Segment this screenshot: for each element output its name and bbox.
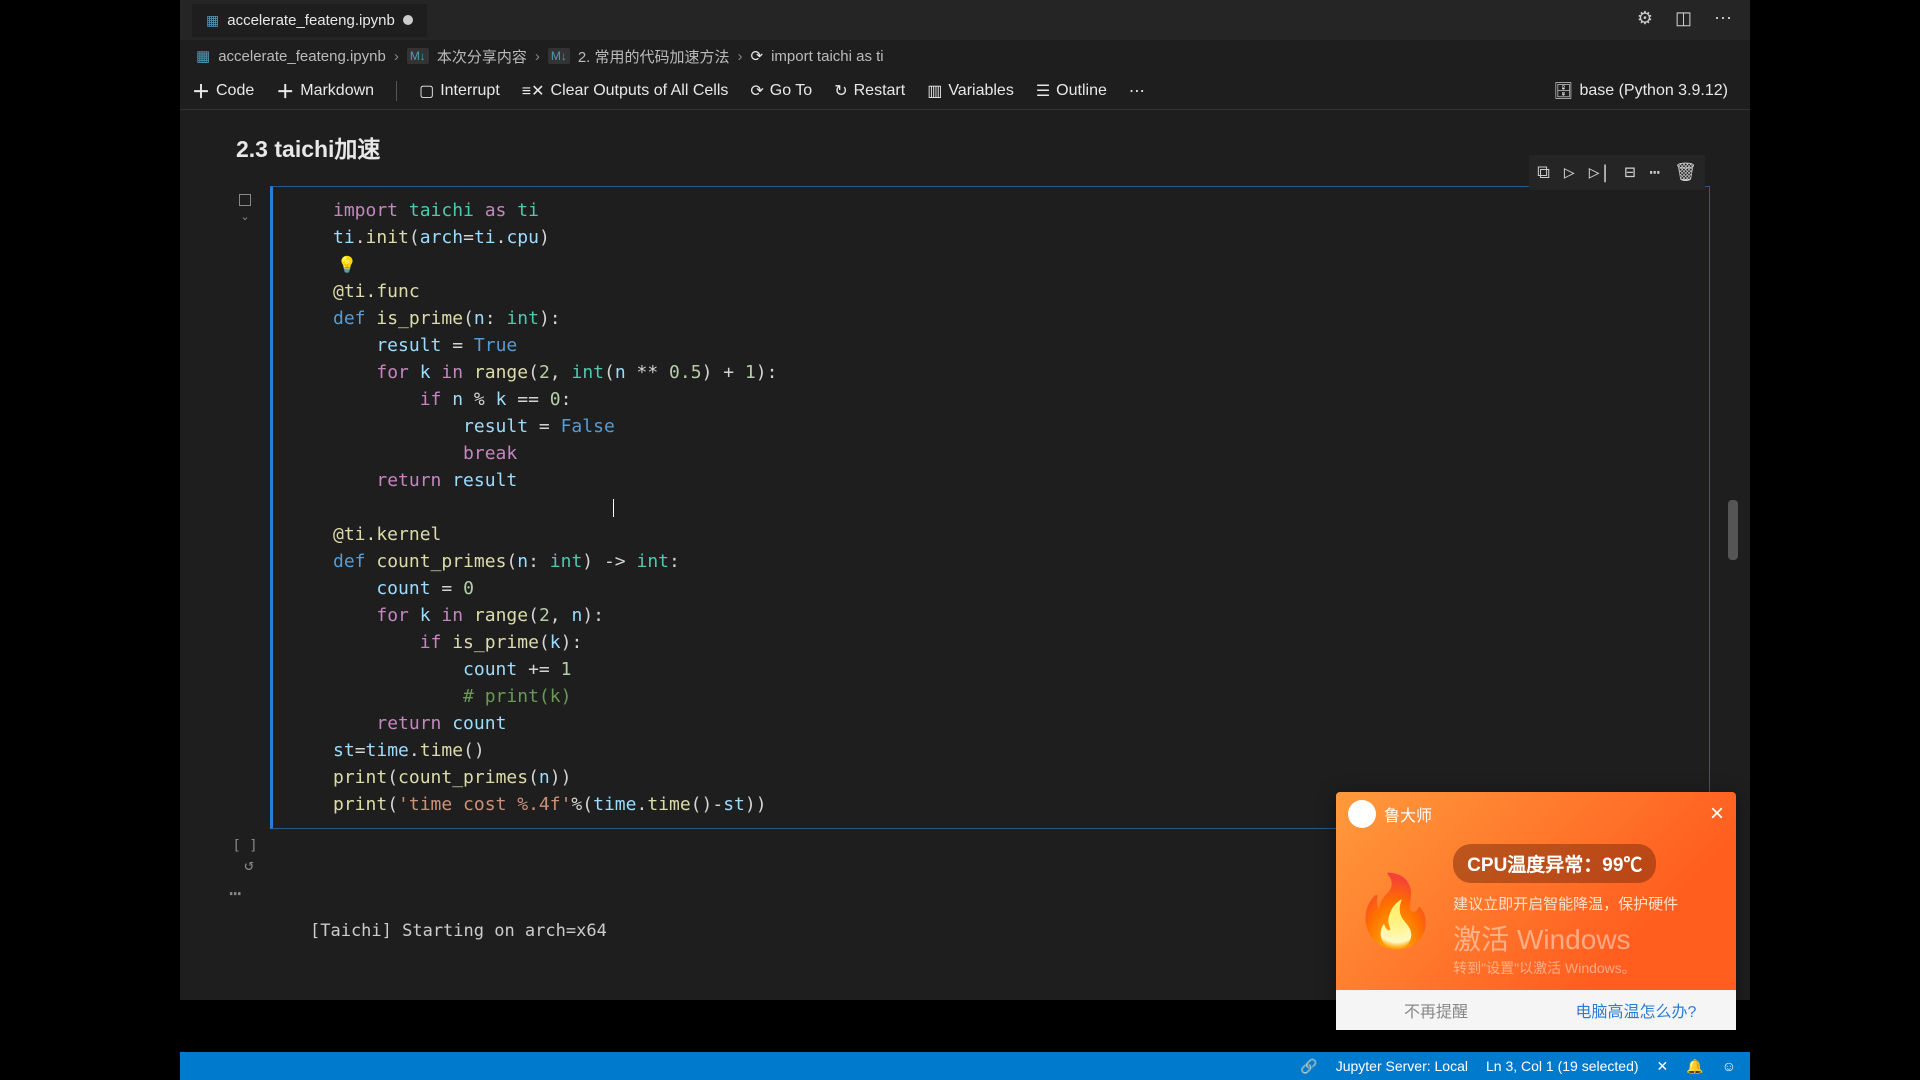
sync-icon: ⟳ [751,47,764,65]
flame-icon: 🔥 [1352,876,1439,946]
feedback-icon[interactable]: ☺ [1722,1058,1736,1074]
temperature-alert-popup: ☺ 鲁大师 × 🔥 CPU温度异常：99℃ 建议立即开启智能降温，保护硬件 激活… [1336,792,1736,1030]
run-cell-icon[interactable]: ▷ [1564,159,1575,186]
goto-icon: ⟳ [750,81,763,101]
restart-icon: ↻ [834,81,847,101]
split-cell-icon[interactable]: ⊟ [1624,159,1635,186]
plus-icon: ＋ [276,78,294,104]
outline-icon: ☰ [1036,81,1050,101]
history-icon[interactable]: ↺ [244,855,254,874]
code-text[interactable]: import taichi as titi.init(arch=ti.cpu)💡… [333,197,1693,818]
tab-bar: ▦ accelerate_feateng.ipynb ⚙ ◫ ⋯ [180,0,1750,40]
output-collapse-icon[interactable]: ⋯ [220,881,250,950]
notebook-icon: ▦ [196,47,210,65]
chevron-down-icon[interactable]: ⌄ [240,210,249,223]
breadcrumb-seg2[interactable]: 2. 常用的代码加速方法 [578,46,730,67]
chevron-right-icon: › [394,48,399,65]
remote-icon[interactable]: 🔗 [1300,1058,1317,1075]
code-cell: ⌄ ⧉ ▷ ▷| ⊟ ⋯ 🗑 import taichi as titi.ini… [220,186,1710,829]
breadcrumb: ▦ accelerate_feateng.ipynb › M↓ 本次分享内容 ›… [180,40,1750,72]
tab-filename: accelerate_feateng.ipynb [227,12,395,29]
settings-icon[interactable]: ⚙ [1637,8,1653,29]
variables-button[interactable]: ▥Variables [927,81,1014,101]
ludashi-logo-icon: ☺ [1348,800,1376,828]
popup-advice: 建议立即开启智能降温，保护硬件 [1453,893,1720,914]
run-below-icon[interactable]: ▷| [1589,159,1611,186]
delete-cell-icon[interactable]: 🗑 [1674,159,1697,186]
cursor-position[interactable]: Ln 3, Col 1 (19 selected) [1486,1058,1639,1074]
code-editor[interactable]: ⧉ ▷ ▷| ⊟ ⋯ 🗑 import taichi as titi.init(… [270,186,1710,829]
server-icon: 🗄 [1553,81,1573,101]
notebook-toolbar: ＋Code ＋Markdown ▢Interrupt ≡✕Clear Outpu… [180,72,1750,110]
split-editor-icon[interactable]: ◫ [1675,8,1692,29]
status-close-icon[interactable]: ✕ [1657,1058,1669,1075]
python-icon[interactable]: ⧉ [1537,159,1550,186]
more-icon[interactable]: ⋯ [1714,8,1732,29]
close-icon[interactable]: × [1710,800,1724,828]
notebook-icon: ▦ [206,12,219,29]
kernel-selector[interactable]: 🗄 base (Python 3.9.12) [1553,81,1728,101]
windows-watermark-sub: 转到"设置"以激活 Windows。 [1453,958,1720,978]
cpu-temp-badge: CPU温度异常：99℃ [1453,844,1656,883]
add-code-button[interactable]: ＋Code [192,78,254,104]
toolbar-more-button[interactable]: ⋯ [1129,81,1145,101]
help-link[interactable]: 电脑高温怎么办? [1536,990,1736,1030]
section-title: 2.3 taichi加速 [236,130,1710,164]
clear-icon: ≡✕ [522,81,545,101]
scrollbar-thumb[interactable] [1728,500,1738,560]
markdown-icon: M↓ [548,48,570,64]
interrupt-button[interactable]: ▢Interrupt [419,81,500,101]
goto-button[interactable]: ⟳Go To [750,81,812,101]
exec-count: [ ] [232,838,257,854]
plus-icon: ＋ [192,78,210,104]
outline-button[interactable]: ☰Outline [1036,81,1107,101]
interrupt-cell-icon[interactable] [239,194,251,206]
dismiss-button[interactable]: 不再提醒 [1336,990,1536,1030]
jupyter-status[interactable]: Jupyter Server: Local [1336,1058,1468,1074]
file-tab[interactable]: ▦ accelerate_feateng.ipynb [192,4,427,37]
stop-icon: ▢ [419,81,434,101]
markdown-icon: M↓ [407,48,429,64]
unsaved-dot-icon [403,15,413,25]
notifications-icon[interactable]: 🔔 [1686,1058,1703,1075]
popup-brand: 鲁大师 [1384,802,1432,826]
clear-outputs-button[interactable]: ≡✕Clear Outputs of All Cells [522,81,729,101]
windows-watermark: 激活 Windows [1453,918,1720,958]
divider [396,81,397,101]
chevron-right-icon: › [535,48,540,65]
chevron-right-icon: › [738,48,743,65]
cell-more-icon[interactable]: ⋯ [1649,159,1660,186]
cell-gutter: ⌄ [220,186,270,829]
breadcrumb-seg3[interactable]: import taichi as ti [771,48,884,65]
cell-toolbar: ⧉ ▷ ▷| ⊟ ⋯ 🗑 [1529,155,1705,190]
breadcrumb-file[interactable]: accelerate_feateng.ipynb [218,48,386,65]
breadcrumb-seg1[interactable]: 本次分享内容 [437,46,527,67]
status-bar: 🔗 Jupyter Server: Local Ln 3, Col 1 (19 … [180,1052,1750,1080]
variables-icon: ▥ [927,81,942,101]
restart-button[interactable]: ↻Restart [834,81,905,101]
add-markdown-button[interactable]: ＋Markdown [276,78,374,104]
